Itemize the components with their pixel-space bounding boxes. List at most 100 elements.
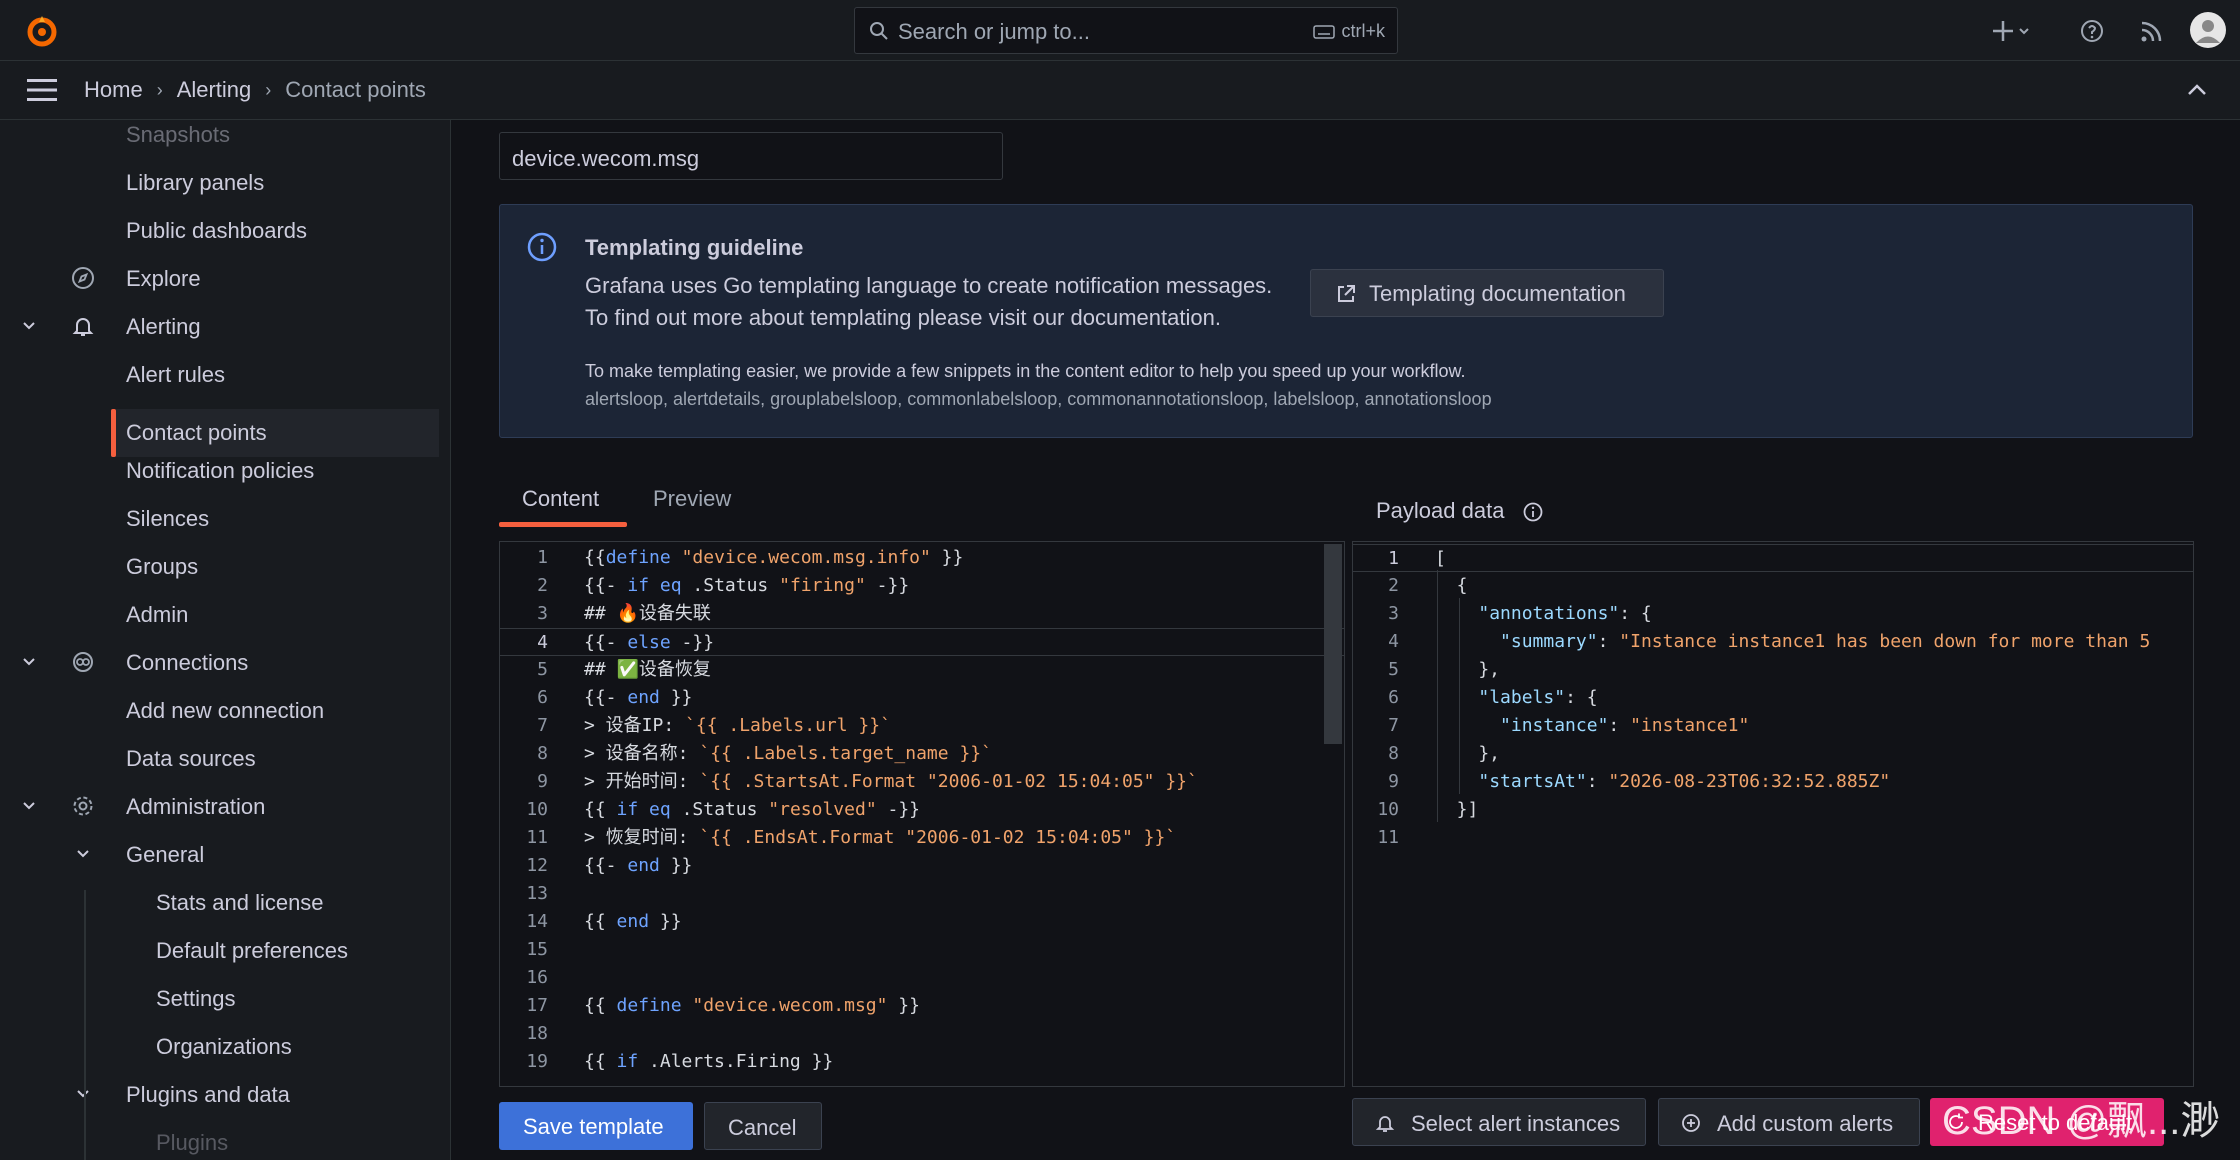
sidebar-item-admin[interactable]: Admin [0, 591, 440, 637]
sidebar-item-public-dashboards[interactable]: Public dashboards [0, 207, 440, 253]
code-line: 6 {{- end }} [500, 684, 1344, 712]
payload-data-editor[interactable]: 1[2 {3 "annotations": {4 "summary": "Ins… [1352, 541, 2194, 1087]
templating-documentation-button[interactable]: Templating documentation [1310, 269, 1664, 317]
template-name-input[interactable]: device.wecom.msg [499, 132, 1003, 180]
code-line: 5 ## ✅设备恢复 [500, 656, 1344, 684]
tab-content[interactable]: Content [522, 480, 599, 528]
sidebar-item-administration[interactable]: Administration [0, 783, 440, 829]
rss-news-icon[interactable] [2140, 19, 2164, 43]
chevron-down-icon[interactable] [75, 1086, 91, 1102]
add-custom-alerts-button[interactable]: Add custom alerts [1658, 1098, 1920, 1146]
code-text: {{- else -}} [584, 632, 715, 653]
payload-line: 9 "startsAt": "2026-08-23T06:32:52.885Z" [1353, 768, 2193, 796]
bell-icon [1375, 1116, 1395, 1132]
templating-guideline-alert: Templating guideline Grafana uses Go tem… [499, 204, 2193, 438]
sidebar-item-notification-policies[interactable]: Notification policies [0, 447, 440, 493]
code-line: 13 [500, 880, 1344, 908]
main-content: device.wecom.msg Templating guideline Gr… [452, 120, 2240, 1160]
chevron-down-icon[interactable] [21, 798, 37, 814]
sidebar-item-organizations[interactable]: Organizations [0, 1023, 440, 1069]
tab-preview[interactable]: Preview [653, 480, 731, 528]
guideline-title: Templating guideline [585, 235, 804, 260]
code-line: 3 ## 🔥设备失联 [500, 600, 1344, 628]
plus-icon[interactable] [1993, 19, 2033, 43]
info-circle-icon [527, 232, 557, 262]
sidebar-item-alerting[interactable]: Alerting [0, 303, 440, 349]
chevron-up-icon[interactable] [2186, 81, 2208, 99]
external-link-icon [1338, 285, 1355, 302]
payload-text: [ [1435, 548, 1446, 569]
cancel-button[interactable]: Cancel [704, 1102, 822, 1150]
code-line: 10 {{ if eq .Status "resolved" -}} [500, 796, 1344, 824]
sidebar-item-label: Data sources [126, 746, 256, 771]
sidebar-item-plugins-and-data[interactable]: Plugins and data [0, 1071, 440, 1117]
sidebar-item-add-new-connection[interactable]: Add new connection [0, 687, 440, 733]
shortcut-hint: ctrl+k [1313, 21, 1385, 42]
sidebar-item-default-preferences[interactable]: Default preferences [0, 927, 440, 973]
info-circle-icon[interactable] [1522, 501, 1544, 523]
line-number: 5 [537, 659, 548, 680]
sidebar-item-label: Silences [126, 506, 210, 531]
line-number: 1 [1388, 548, 1399, 569]
code-line: 17 {{ define "device.wecom.msg" }} [500, 992, 1344, 1020]
chevron-down-icon[interactable] [21, 318, 37, 334]
sidebar-item-data-sources[interactable]: Data sources [0, 735, 440, 781]
line-number: 9 [1388, 771, 1399, 792]
code-text: > 恢复时间: `{{ .EndsAt.Format "2006-01-02 1… [584, 827, 1177, 848]
sidebar-item-snapshots[interactable]: Snapshots [0, 120, 440, 157]
sidebar-item-label: Administration [126, 794, 266, 819]
select-alert-instances-label: Select alert instances [1411, 1111, 1621, 1136]
select-alert-instances-button[interactable]: Select alert instances [1352, 1098, 1646, 1146]
save-template-label: Save template [523, 1114, 664, 1139]
sidebar-item-stats-and-license[interactable]: Stats and license [0, 879, 440, 925]
chevron-right-icon: › [156, 79, 163, 100]
chevron-down-icon[interactable] [75, 846, 91, 862]
sidebar-item-library-panels[interactable]: Library panels [0, 159, 440, 205]
chevron-down-icon[interactable] [21, 654, 37, 670]
sidebar-item-general[interactable]: General [0, 831, 440, 877]
sidebar-item-label: Plugins and data [126, 1082, 290, 1107]
sidebar-item-label: Explore [126, 266, 201, 291]
grafana-logo-icon[interactable] [24, 13, 60, 49]
chevron-right-icon: › [265, 79, 272, 100]
sidebar-item-silences[interactable]: Silences [0, 495, 440, 541]
top-bar: Search or jump to... ctrl+k [0, 0, 2240, 61]
breadcrumb-home[interactable]: Home [84, 77, 143, 103]
line-number: 17 [526, 995, 548, 1016]
sidebar-item-label: Organizations [156, 1034, 292, 1059]
sidebar-item-connections[interactable]: Connections [0, 639, 440, 685]
sidebar-item-explore[interactable]: Explore [0, 255, 440, 301]
sidebar-item-label: Plugins [156, 1130, 229, 1155]
line-number: 2 [1388, 575, 1399, 596]
sidebar-item-alert-rules[interactable]: Alert rules [0, 351, 440, 397]
save-template-button[interactable]: Save template [499, 1102, 693, 1150]
sidebar-item-label: Library panels [126, 170, 265, 195]
payload-data-title: Payload data [1376, 498, 1505, 523]
sidebar-nav: Snapshots Library panels Public dashboar… [0, 120, 451, 1160]
sidebar-item-label: Groups [126, 554, 199, 579]
breadcrumb: Home › Alerting › Contact points [84, 77, 426, 103]
guideline-text: Grafana uses Go templating language to c… [585, 273, 1273, 298]
code-line: 12 {{- end }} [500, 852, 1344, 880]
sidebar-item-settings[interactable]: Settings [0, 975, 440, 1021]
search-input[interactable]: Search or jump to... ctrl+k [854, 7, 1398, 54]
sidebar-item-label: Default preferences [156, 938, 348, 963]
sidebar-item-label: Notification policies [126, 458, 315, 483]
sidebar-item-plugins[interactable]: Plugins [0, 1119, 440, 1160]
tree-guide-line [84, 890, 86, 1160]
sidebar-item-label: Alert rules [126, 362, 226, 387]
payload-text: }, [1435, 659, 1501, 680]
breadcrumb-alerting[interactable]: Alerting [177, 77, 252, 103]
menu-icon[interactable] [27, 79, 57, 101]
help-icon[interactable] [2080, 19, 2104, 43]
payload-text: }] [1435, 799, 1479, 820]
sidebar-item-label: Settings [156, 986, 236, 1011]
sidebar-item-label: Admin [126, 602, 189, 627]
sidebar-item-groups[interactable]: Groups [0, 543, 440, 589]
template-content-editor[interactable]: 1 {{define "device.wecom.msg.info" }} 2 {{-… [499, 541, 1345, 1087]
code-text: {{ end }} [584, 911, 682, 932]
line-number: 3 [1388, 603, 1399, 624]
avatar[interactable] [2190, 12, 2226, 48]
code-line: 11 > 恢复时间: `{{ .EndsAt.Format "2006-01-02… [500, 824, 1344, 852]
payload-line: 3 "annotations": { [1353, 600, 2193, 628]
